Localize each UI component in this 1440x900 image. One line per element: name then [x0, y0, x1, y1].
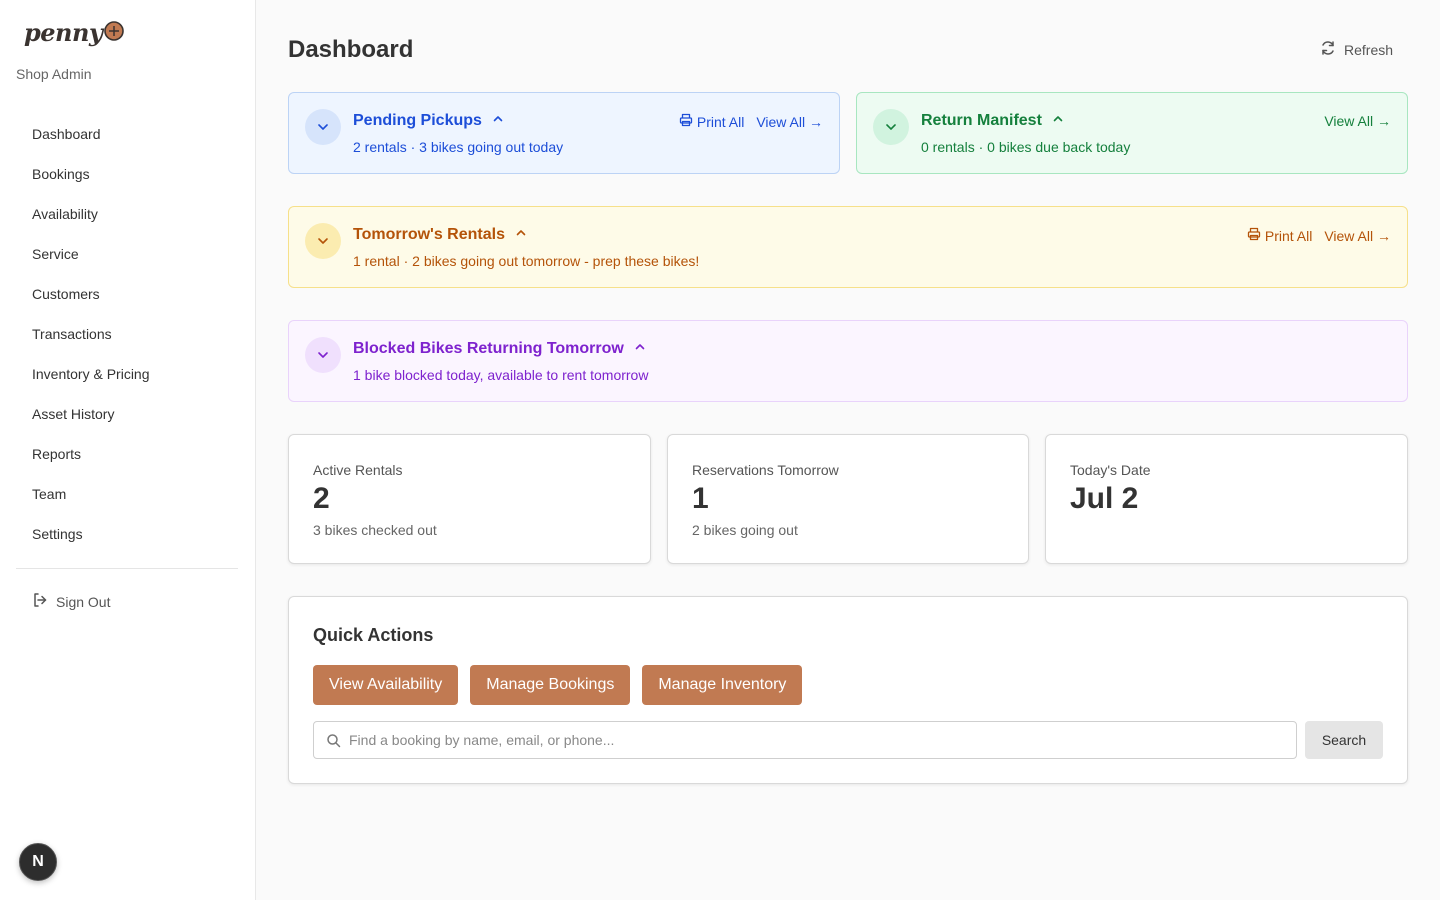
- sidebar-item-settings[interactable]: Settings: [16, 514, 238, 554]
- view-all-tomorrow-link[interactable]: View All →: [1324, 227, 1391, 244]
- tomorrows-rentals-title[interactable]: Tomorrow's Rentals: [353, 226, 527, 244]
- print-all-tomorrow-button[interactable]: Print All: [1247, 227, 1312, 244]
- pending-pickups-desc: 2 rentals · 3 bikes going out today: [353, 139, 564, 155]
- penny-farthing-logo-icon: [103, 20, 125, 47]
- sidebar-item-team[interactable]: Team: [16, 474, 238, 514]
- stat-value: Jul 2: [1070, 482, 1139, 515]
- pending-pickups-card: Pending Pickups 2 rentals · 3 bikes goin…: [288, 92, 840, 174]
- stat-card-active-rentals: Active Rentals 2 3 bikes checked out: [288, 434, 651, 564]
- sidebar-item-dashboard[interactable]: Dashboard: [16, 114, 238, 154]
- sidebar-item-inventory-pricing[interactable]: Inventory & Pricing: [16, 354, 238, 394]
- print-all-label: Print All: [696, 113, 745, 130]
- booking-search-input[interactable]: [349, 732, 1269, 748]
- chevron-down-icon[interactable]: [305, 223, 341, 259]
- chevron-down-icon[interactable]: [305, 109, 341, 145]
- quick-actions-card: Quick Actions View Availability Manage B…: [288, 596, 1408, 784]
- search-button[interactable]: Search: [1305, 721, 1383, 759]
- chevron-down-icon[interactable]: [873, 109, 909, 145]
- booking-search-field: [313, 721, 1297, 759]
- sidebar-item-customers[interactable]: Customers: [16, 274, 238, 314]
- search-icon: [326, 733, 341, 748]
- logo[interactable]: penny: [24, 18, 125, 47]
- sidebar-item-service[interactable]: Service: [16, 234, 238, 274]
- stat-card-reservations-tomorrow: Reservations Tomorrow 1 2 bikes going ou…: [667, 434, 1029, 564]
- sidebar-item-reports[interactable]: Reports: [16, 434, 238, 474]
- sidebar-item-asset-history[interactable]: Asset History: [16, 394, 238, 434]
- stat-sub: 2 bikes going out: [692, 522, 798, 538]
- return-manifest-card: Return Manifest 0 rentals · 0 bikes due …: [856, 92, 1408, 174]
- printer-icon: [679, 113, 693, 130]
- stat-label: Today's Date: [1070, 462, 1151, 478]
- stat-label: Active Rentals: [313, 462, 403, 478]
- stat-card-todays-date: Today's Date Jul 2: [1045, 434, 1408, 564]
- tomorrows-rentals-title-text: Tomorrow's Rentals: [353, 226, 505, 243]
- chevron-up-icon: [1052, 112, 1064, 130]
- refresh-label: Refresh: [1344, 41, 1394, 58]
- refresh-icon: [1320, 40, 1336, 59]
- stat-value: 2: [313, 482, 330, 515]
- tomorrows-rentals-card: Tomorrow's Rentals 1 rental · 2 bikes go…: [288, 206, 1408, 288]
- logo-text: penny: [24, 18, 103, 47]
- chevron-up-icon: [492, 112, 504, 130]
- return-manifest-desc: 0 rentals · 0 bikes due back today: [921, 139, 1131, 155]
- view-all-pickups-link[interactable]: View All →: [756, 113, 823, 130]
- blocked-bikes-title[interactable]: Blocked Bikes Returning Tomorrow: [353, 340, 646, 358]
- blocked-bikes-desc: 1 bike blocked today, available to rent …: [353, 367, 649, 383]
- sidebar-nav: Dashboard Bookings Availability Service …: [16, 114, 238, 554]
- blocked-bikes-title-text: Blocked Bikes Returning Tomorrow: [353, 340, 624, 357]
- sidebar-item-bookings[interactable]: Bookings: [16, 154, 238, 194]
- tomorrows-rentals-desc: 1 rental · 2 bikes going out tomorrow - …: [353, 253, 700, 269]
- quick-actions-title: Quick Actions: [313, 625, 434, 645]
- chevron-up-icon: [634, 340, 646, 358]
- view-all-returns-link[interactable]: View All →: [1324, 113, 1391, 129]
- chevron-down-icon[interactable]: [305, 337, 341, 373]
- sign-out-label: Sign Out: [56, 593, 111, 610]
- sidebar: penny Shop Admin Dashboard Bookings Avai…: [0, 0, 256, 900]
- chevron-up-icon: [515, 226, 527, 244]
- sign-out-button[interactable]: Sign Out: [32, 592, 110, 611]
- view-availability-button[interactable]: View Availability: [313, 665, 459, 705]
- avatar[interactable]: N: [19, 843, 57, 881]
- sign-out-icon: [32, 592, 48, 611]
- return-manifest-title-text: Return Manifest: [921, 112, 1042, 129]
- sidebar-item-transactions[interactable]: Transactions: [16, 314, 238, 354]
- sidebar-item-availability[interactable]: Availability: [16, 194, 238, 234]
- blocked-bikes-card: Blocked Bikes Returning Tomorrow 1 bike …: [288, 320, 1408, 402]
- stat-value: 1: [692, 482, 709, 515]
- refresh-button[interactable]: Refresh: [1320, 40, 1393, 59]
- page-title: Dashboard: [288, 36, 414, 63]
- shop-admin-subtitle: Shop Admin: [16, 66, 92, 82]
- manage-inventory-button[interactable]: Manage Inventory: [642, 665, 803, 705]
- pending-pickups-title[interactable]: Pending Pickups: [353, 112, 504, 130]
- manage-bookings-button[interactable]: Manage Bookings: [470, 665, 631, 705]
- quick-actions-buttons: View Availability Manage Bookings Manage…: [313, 665, 803, 705]
- stat-label: Reservations Tomorrow: [692, 462, 839, 478]
- printer-icon: [1247, 227, 1261, 244]
- return-manifest-title[interactable]: Return Manifest: [921, 112, 1064, 130]
- sidebar-divider: [16, 568, 238, 569]
- return-manifest-actions: View All →: [1324, 113, 1391, 129]
- tomorrows-rentals-actions: Print All View All →: [1247, 227, 1391, 244]
- pending-pickups-title-text: Pending Pickups: [353, 112, 482, 129]
- print-all-pickups-button[interactable]: Print All: [679, 113, 744, 130]
- pending-pickups-actions: Print All View All →: [679, 113, 823, 130]
- stat-sub: 3 bikes checked out: [313, 522, 437, 538]
- print-all-label: Print All: [1264, 227, 1313, 244]
